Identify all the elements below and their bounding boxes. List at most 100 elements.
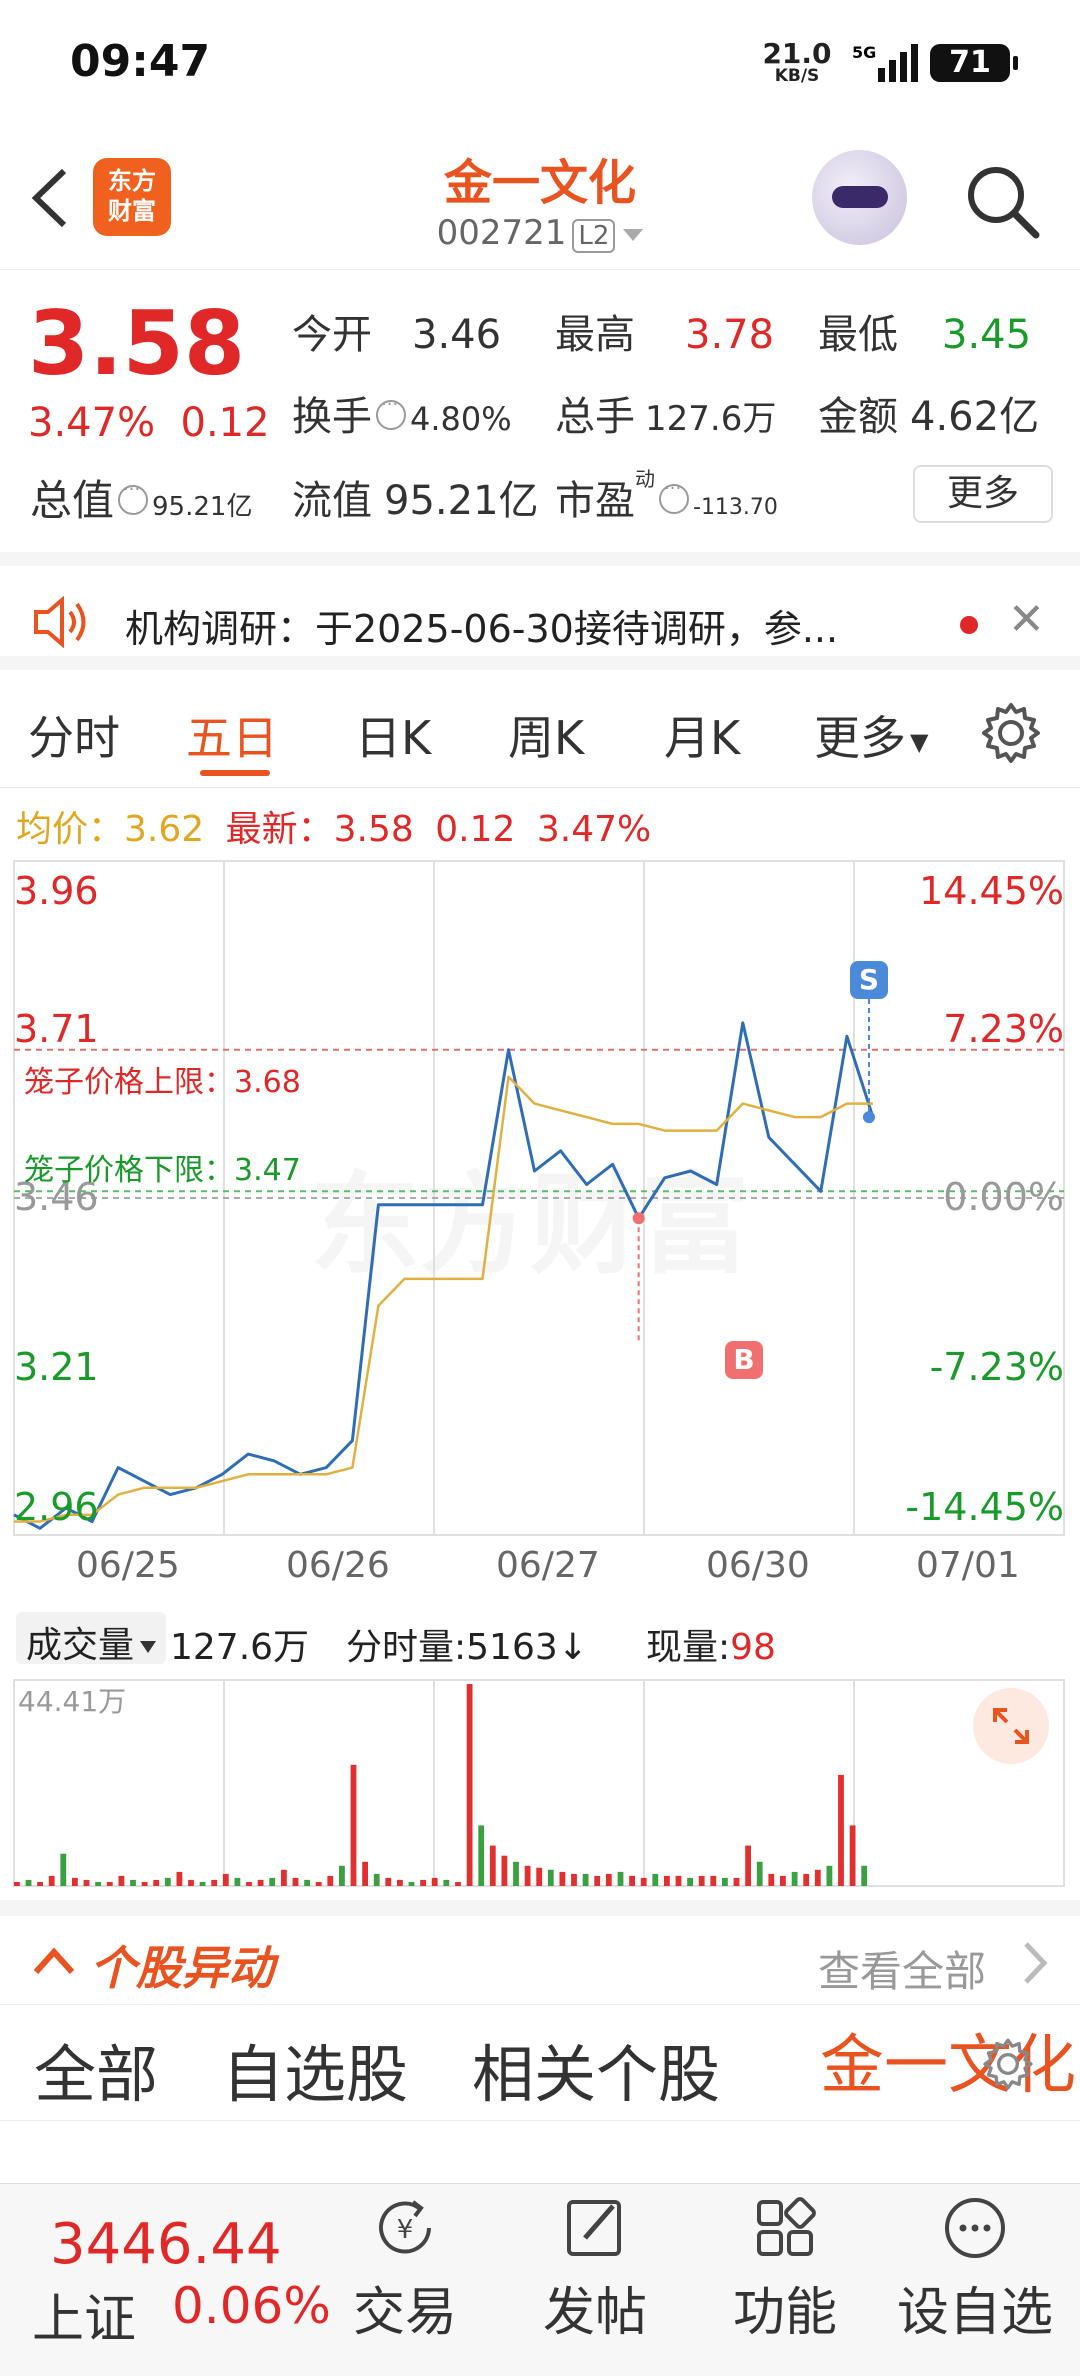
volume-indicator-select[interactable]: 成交量 bbox=[16, 1612, 167, 1666]
level-badge: L2 bbox=[572, 219, 616, 253]
stock-code-row[interactable]: 002721 L2 bbox=[0, 213, 1080, 253]
filter-related[interactable]: 相关个股 bbox=[472, 2024, 720, 2114]
chevron-right-icon[interactable] bbox=[1020, 1938, 1050, 1992]
index-name: 上证 bbox=[32, 2290, 137, 2350]
tab-weekly-k[interactable]: 周K bbox=[508, 702, 584, 768]
filter-current-stock[interactable]: 金一文化 bbox=[820, 2014, 1076, 2106]
sell-marker[interactable]: S bbox=[850, 961, 888, 999]
y-tick-left-0: 3.96 bbox=[14, 869, 99, 913]
chevron-down-icon bbox=[140, 1641, 157, 1653]
stock-code: 002721 bbox=[436, 213, 567, 253]
chart-period-tabs: 分时 五日 日K 周K 月K 更多 ▼ bbox=[0, 680, 1080, 788]
volume-bar bbox=[698, 1875, 705, 1886]
volume-bar bbox=[466, 1684, 473, 1886]
volume-bar bbox=[547, 1869, 554, 1886]
tab-more[interactable]: 更多 ▼ bbox=[814, 702, 928, 768]
battery-icon: 71 bbox=[930, 44, 1018, 82]
five-day-chart[interactable]: 东方财富 3.96 3.71 3.46 3.21 2.96 14.45% 7.2… bbox=[0, 855, 1080, 1595]
volume-bar bbox=[768, 1873, 775, 1886]
y-tick-right-1: 7.23% bbox=[943, 1007, 1064, 1051]
volume-chart-svg bbox=[13, 1679, 1065, 1887]
x-tick-0: 06/25 bbox=[76, 1545, 180, 1586]
grid-icon bbox=[757, 2197, 816, 2256]
pe-ratio: 市盈动-113.70 bbox=[555, 467, 778, 526]
status-time: 09:47 bbox=[70, 36, 211, 87]
speaker-icon bbox=[32, 594, 94, 654]
search-button[interactable] bbox=[962, 161, 1042, 245]
tab-daily-k[interactable]: 日K bbox=[355, 702, 431, 768]
y-tick-left-1: 3.71 bbox=[14, 1007, 99, 1051]
chevron-up-icon[interactable] bbox=[32, 1946, 76, 1980]
volume-bar bbox=[246, 1882, 252, 1886]
cage-lower-label: 笼子价格下限：3.47 bbox=[24, 1153, 301, 1188]
nav-post[interactable]: 发帖 bbox=[515, 2192, 675, 2345]
volume-bar bbox=[617, 1871, 624, 1886]
volume-bar bbox=[571, 1873, 577, 1886]
volume-bar bbox=[524, 1865, 531, 1886]
chevron-down-icon bbox=[623, 228, 644, 241]
tab-five-day[interactable]: 五日 bbox=[186, 702, 278, 768]
volume-bar bbox=[687, 1877, 693, 1886]
low-price: 最低 3.45 bbox=[818, 312, 1032, 358]
nav-add-watchlist[interactable]: 设自选 bbox=[895, 2192, 1055, 2345]
per-tick-volume: 分时量:5163↓ bbox=[346, 1627, 588, 1668]
tab-intraday[interactable]: 分时 bbox=[28, 702, 120, 768]
volume-bar bbox=[722, 1877, 728, 1886]
volume-bar bbox=[72, 1877, 78, 1886]
volume-bar bbox=[652, 1873, 659, 1886]
volume-bar bbox=[60, 1853, 67, 1886]
nav-trade[interactable]: ¥ 交易 bbox=[325, 2192, 485, 2345]
expand-chart-button[interactable] bbox=[973, 1688, 1049, 1764]
volume-bar bbox=[37, 1882, 43, 1886]
view-all-link[interactable]: 查看全部 bbox=[818, 1938, 986, 1999]
stock-moves-header: 个股异动 查看全部 bbox=[0, 1900, 1080, 2005]
volume-bar bbox=[130, 1879, 136, 1886]
volume-bar bbox=[141, 1882, 148, 1886]
volume-bar bbox=[408, 1882, 415, 1886]
nav-functions[interactable]: 功能 bbox=[705, 2192, 865, 2345]
volume-bar bbox=[501, 1855, 508, 1886]
stock-moves-title: 个股异动 bbox=[90, 1941, 274, 1995]
volume-bar bbox=[582, 1873, 589, 1886]
volume-chart[interactable]: 44.41万 bbox=[0, 1676, 1080, 1891]
info-icon bbox=[659, 478, 689, 514]
volume-bar bbox=[315, 1882, 322, 1886]
trade-amount: 金额 4.62亿 bbox=[818, 394, 1040, 440]
turnover-rate: 换手4.80% bbox=[292, 384, 512, 442]
volume-bar bbox=[292, 1877, 299, 1886]
more-quote-button[interactable]: 更多 bbox=[913, 465, 1053, 523]
y-tick-right-4: -14.45% bbox=[905, 1485, 1064, 1529]
y-tick-right-0: 14.45% bbox=[919, 869, 1064, 913]
volume-bar bbox=[629, 1875, 635, 1886]
gear-icon bbox=[982, 703, 1040, 763]
stock-name[interactable]: 金一文化 bbox=[0, 143, 1080, 213]
volume-bar bbox=[478, 1825, 485, 1886]
volume-bar bbox=[106, 1882, 113, 1886]
volume-bar bbox=[222, 1873, 229, 1886]
volume-bar bbox=[118, 1875, 125, 1886]
buy-marker[interactable]: B bbox=[725, 1341, 763, 1379]
volume-bar bbox=[443, 1879, 450, 1886]
volume-bar bbox=[211, 1879, 218, 1886]
x-tick-1: 06/26 bbox=[286, 1545, 390, 1586]
chart-settings-button[interactable] bbox=[978, 700, 1044, 770]
filter-settings-button[interactable] bbox=[980, 2036, 1036, 2096]
buy-point bbox=[632, 1212, 645, 1225]
volume-bar bbox=[164, 1877, 171, 1886]
stock-header: 东方 财富 金一文化 002721 L2 bbox=[0, 125, 1080, 270]
volume-bar bbox=[234, 1877, 241, 1886]
volume-bar bbox=[431, 1877, 438, 1886]
filter-watchlist[interactable]: 自选股 bbox=[222, 2024, 408, 2114]
filter-all[interactable]: 全部 bbox=[34, 2024, 158, 2114]
cage-upper-label: 笼子价格上限：3.68 bbox=[24, 1065, 301, 1100]
float-cap: 流值 95.21亿 bbox=[292, 478, 539, 524]
more-icon bbox=[945, 2198, 1005, 2258]
tab-monthly-k[interactable]: 月K bbox=[664, 702, 740, 768]
close-icon[interactable]: ✕ bbox=[1008, 594, 1045, 645]
research-notice[interactable]: 机构调研：于2025-06-30接待调研，参... ✕ bbox=[0, 552, 1080, 670]
robot-assistant-avatar[interactable] bbox=[812, 150, 907, 245]
volume-bar bbox=[849, 1825, 856, 1886]
high-price: 最高 3.78 bbox=[555, 312, 775, 358]
volume-bar bbox=[710, 1875, 717, 1886]
volume-bar bbox=[640, 1877, 647, 1886]
